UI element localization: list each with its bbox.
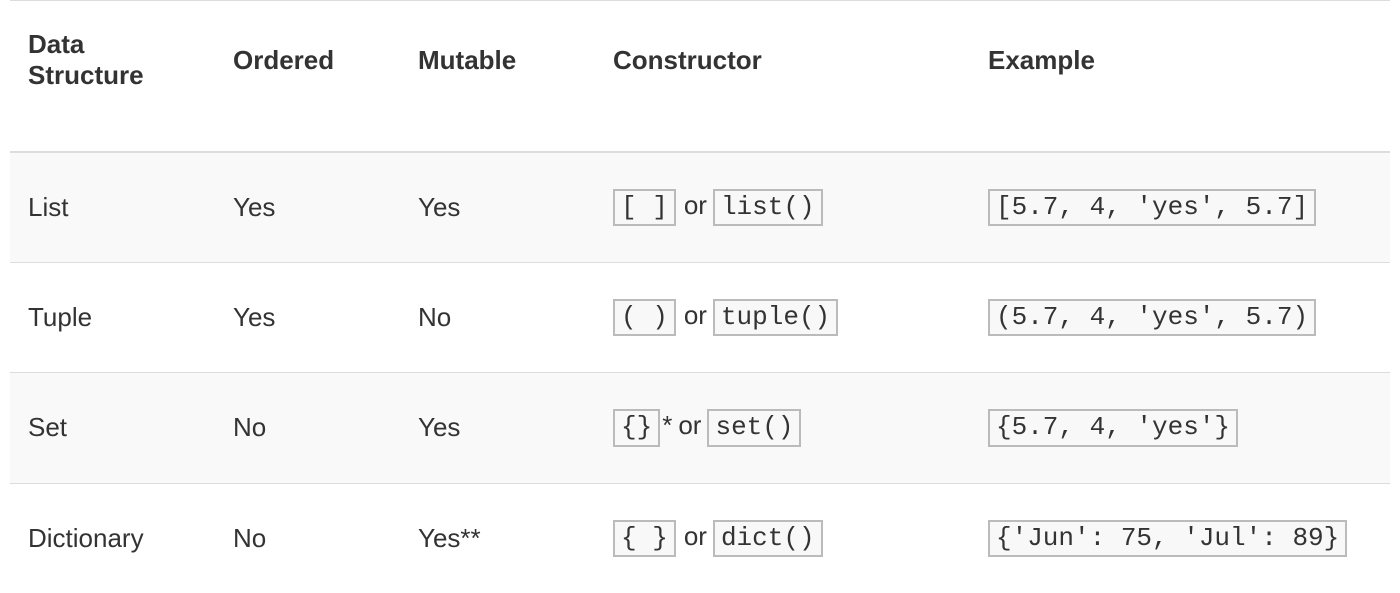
- data-structures-table: Data Structure Ordered Mutable Construct…: [10, 0, 1390, 593]
- example-code: {'Jun': 75, 'Jul': 89}: [988, 520, 1347, 557]
- col-header-ordered: Ordered: [215, 1, 400, 153]
- or-label: or: [672, 410, 707, 440]
- cell-mutable: Yes**: [400, 483, 595, 593]
- cell-name: List: [10, 152, 215, 263]
- cell-name: Dictionary: [10, 483, 215, 593]
- col-header-example: Example: [970, 1, 1390, 153]
- col-header-data-structure: Data Structure: [10, 1, 215, 153]
- or-label: or: [678, 300, 713, 330]
- cell-constructor: ( )ortuple(): [595, 263, 970, 373]
- col-header-mutable: Mutable: [400, 1, 595, 153]
- cell-name: Set: [10, 373, 215, 483]
- example-code: {5.7, 4, 'yes'}: [988, 409, 1238, 446]
- cell-ordered: No: [215, 373, 400, 483]
- cell-mutable: No: [400, 263, 595, 373]
- table-row: Dictionary No Yes** { }ordict() {'Jun': …: [10, 483, 1390, 593]
- ctor-literal: { }: [613, 520, 676, 557]
- or-label: or: [678, 190, 713, 220]
- ctor-func: tuple(): [713, 299, 838, 336]
- cell-example: (5.7, 4, 'yes', 5.7): [970, 263, 1390, 373]
- ctor-func: list(): [713, 189, 823, 226]
- ctor-literal: [ ]: [613, 189, 676, 226]
- table-row: List Yes Yes [ ]orlist() [5.7, 4, 'yes',…: [10, 152, 1390, 263]
- cell-ordered: No: [215, 483, 400, 593]
- ctor-func: dict(): [713, 520, 823, 557]
- cell-example: {'Jun': 75, 'Jul': 89}: [970, 483, 1390, 593]
- cell-constructor: [ ]orlist(): [595, 152, 970, 263]
- ctor-func: set(): [707, 409, 801, 446]
- ctor-literal: ( ): [613, 299, 676, 336]
- cell-constructor: { }ordict(): [595, 483, 970, 593]
- cell-ordered: Yes: [215, 152, 400, 263]
- example-code: [5.7, 4, 'yes', 5.7]: [988, 189, 1316, 226]
- ctor-superscript: *: [660, 410, 672, 440]
- cell-name: Tuple: [10, 263, 215, 373]
- table-row: Tuple Yes No ( )ortuple() (5.7, 4, 'yes'…: [10, 263, 1390, 373]
- example-code: (5.7, 4, 'yes', 5.7): [988, 299, 1316, 336]
- cell-mutable: Yes: [400, 373, 595, 483]
- cell-constructor: {}*orset(): [595, 373, 970, 483]
- table-row: Set No Yes {}*orset() {5.7, 4, 'yes'}: [10, 373, 1390, 483]
- col-header-constructor: Constructor: [595, 1, 970, 153]
- cell-ordered: Yes: [215, 263, 400, 373]
- table-header-row: Data Structure Ordered Mutable Construct…: [10, 1, 1390, 153]
- or-label: or: [678, 521, 713, 551]
- cell-example: [5.7, 4, 'yes', 5.7]: [970, 152, 1390, 263]
- ctor-literal: {}: [613, 409, 660, 446]
- cell-mutable: Yes: [400, 152, 595, 263]
- cell-example: {5.7, 4, 'yes'}: [970, 373, 1390, 483]
